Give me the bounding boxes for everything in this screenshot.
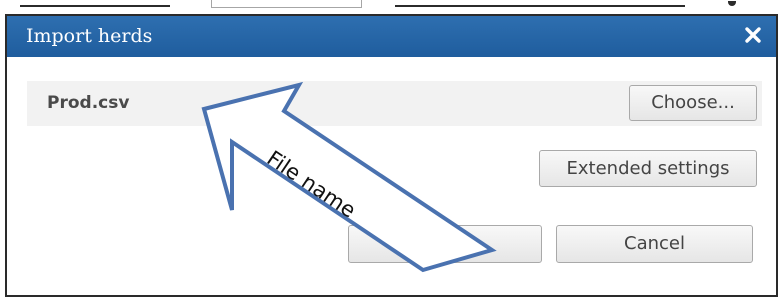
screenshot-stage: Import herds Prod.csv Choose... Extended… bbox=[0, 0, 779, 298]
background-input-field bbox=[211, 0, 362, 8]
close-icon bbox=[745, 27, 761, 43]
cancel-button[interactable]: Cancel bbox=[556, 225, 753, 263]
dialog-content: Prod.csv Choose... Extended settings OK … bbox=[7, 57, 776, 295]
dialog-titlebar[interactable]: Import herds bbox=[7, 16, 776, 57]
background-text-fragment bbox=[395, 5, 685, 7]
choose-file-button[interactable]: Choose... bbox=[629, 85, 757, 121]
ok-button[interactable]: OK bbox=[348, 225, 542, 263]
background-text-fragment bbox=[728, 1, 736, 6]
close-button[interactable] bbox=[741, 23, 765, 47]
import-herds-dialog: Import herds Prod.csv Choose... Extended… bbox=[5, 14, 778, 297]
selected-file-name: Prod.csv bbox=[47, 93, 130, 113]
extended-settings-button[interactable]: Extended settings bbox=[539, 150, 757, 187]
background-text-fragment bbox=[20, 5, 170, 7]
dialog-title: Import herds bbox=[26, 25, 153, 47]
